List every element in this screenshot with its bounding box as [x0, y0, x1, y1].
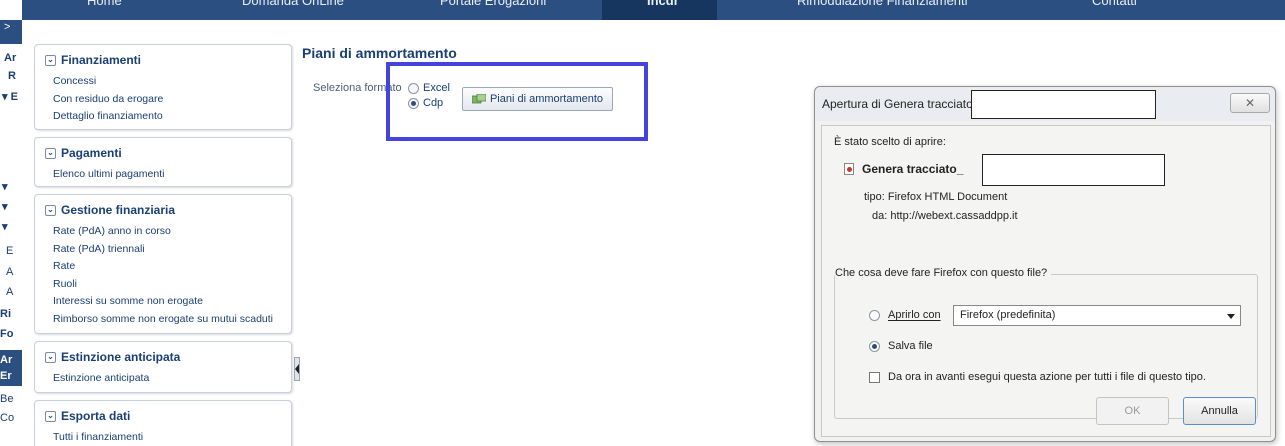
strip-fragment: R — [8, 70, 16, 82]
save-file-label: Salva file — [888, 340, 933, 352]
remember-choice-row[interactable]: Da ora in avanti esegui questa azione pe… — [869, 371, 1206, 383]
open-with-select[interactable]: Firefox (predefinita) — [953, 305, 1241, 326]
sidebar-item-estinzione[interactable]: Estinzione anticipata — [53, 370, 291, 388]
sidebar-item-tutti-finanziamenti[interactable]: Tutti i finanziamenti — [53, 429, 291, 446]
sidebar-item-rate-triennali[interactable]: Rate (PdA) triennali — [53, 241, 291, 259]
panel-header[interactable]: ⌄ Estinzione anticipata — [35, 342, 291, 366]
dropdown-arrow-icon — [1227, 314, 1235, 319]
panel-header[interactable]: ⌄ Finanziamenti — [35, 45, 291, 69]
close-button[interactable]: ✕ — [1230, 93, 1270, 113]
strip-fragment: Ri — [0, 308, 11, 320]
sidebar-collapse-handle[interactable] — [294, 357, 300, 381]
download-dialog: Apertura di Genera tracciato ✕ È stato s… — [814, 86, 1276, 442]
sidebar-item-ruoli[interactable]: Ruoli — [53, 276, 291, 294]
left-strip: > Ar R ▾ E ▾ ▾ ▾ E A A Ri Fo Ar Er Be Co — [0, 0, 22, 446]
chevron-down-icon[interactable]: ⌄ — [45, 54, 56, 66]
sidebar-item-concessi[interactable]: Concessi — [53, 73, 291, 91]
strip-fragment: Ar — [0, 354, 13, 366]
option-open-with[interactable]: Aprirlo con — [869, 309, 941, 321]
top-navigation: Home Domanda OnLine Portale Erogazioni I… — [22, 0, 1285, 20]
panel-gestione-finanziaria: ⌄ Gestione finanziaria Rate (PdA) anno i… — [34, 194, 292, 334]
radio-save-file[interactable] — [869, 340, 880, 352]
nav-item-contatti[interactable]: Contatti — [1092, 0, 1137, 8]
panel-header[interactable]: ⌄ Esporta dati — [35, 401, 291, 425]
sidebar-item-ultimi-pagamenti[interactable]: Elenco ultimi pagamenti — [53, 166, 291, 184]
strip-fragment[interactable]: ▾ — [2, 220, 8, 233]
sidebar-item-interessi[interactable]: Interessi su somme non erogate — [53, 293, 291, 311]
chevron-down-icon[interactable]: ⌄ — [45, 351, 56, 363]
remember-checkbox[interactable] — [869, 371, 880, 383]
panel-title: Gestione finanziaria — [61, 203, 176, 217]
html-file-icon — [844, 163, 854, 175]
file-name: Genera tracciato_ — [862, 162, 964, 176]
chevron-down-icon[interactable]: ⌄ — [45, 147, 56, 159]
strip-fragment[interactable]: ▾ E — [2, 90, 18, 103]
nav-item-home[interactable]: Home — [87, 0, 122, 8]
page-title: Piani di ammortamento — [302, 45, 457, 61]
strip-fragment: Be — [0, 393, 14, 405]
from-row: da: http://webext.cassaddpp.it — [872, 210, 1018, 222]
strip-fragment: E — [6, 245, 14, 257]
panel-finanziamenti: ⌄ Finanziamenti Concessi Con residuo da … — [34, 44, 292, 130]
strip-fragment: Co — [0, 412, 15, 424]
panel-esporta-dati: ⌄ Esporta dati Tutti i finanziamenti — [34, 400, 292, 446]
panel-header[interactable]: ⌄ Pagamenti — [35, 138, 291, 162]
strip-fragment: A — [6, 286, 14, 298]
strip-fragment: Er — [0, 370, 12, 382]
nav-item-incdr[interactable]: Incdr — [647, 0, 679, 8]
ok-button[interactable]: OK — [1096, 397, 1169, 425]
strip-fragment: Ar — [4, 52, 17, 64]
from-value: http://webext.cassaddpp.it — [890, 210, 1018, 222]
sidebar-item-rate-anno[interactable]: Rate (PdA) anno in corso — [53, 223, 291, 241]
panel-title: Finanziamenti — [61, 53, 142, 67]
chosen-text: È stato scelto di aprire: — [834, 136, 946, 148]
sidebar-item-dettaglio[interactable]: Dettaglio finanziamento — [53, 108, 291, 126]
strip-fragment[interactable]: ▾ — [2, 180, 8, 193]
remember-label: Da ora in avanti esegui questa azione pe… — [888, 371, 1206, 383]
highlight-box — [386, 62, 648, 141]
dialog-title: Apertura di Genera tracciato — [822, 97, 973, 111]
open-with-label: Aprirlo con — [888, 309, 941, 321]
nav-item-domanda-online[interactable]: Domanda OnLine — [242, 0, 344, 8]
cancel-button[interactable]: Annulla — [1183, 397, 1256, 425]
panel-estinzione: ⌄ Estinzione anticipata Estinzione antic… — [34, 341, 292, 393]
panel-header[interactable]: ⌄ Gestione finanziaria — [35, 195, 291, 219]
collapse-arrow-icon — [295, 364, 299, 374]
panel-title: Esporta dati — [61, 409, 131, 423]
sidebar-item-residuo[interactable]: Con residuo da erogare — [53, 91, 291, 109]
close-icon: ✕ — [1244, 96, 1256, 110]
panel-title: Pagamenti — [61, 146, 122, 160]
strip-fragment: Fo — [0, 328, 14, 340]
strip-fragment[interactable]: > — [4, 21, 10, 33]
dialog-titlebar[interactable]: Apertura di Genera tracciato ✕ — [815, 87, 1275, 121]
type-row: tipo: Firefox HTML Document — [864, 191, 1007, 203]
redaction-box — [982, 154, 1165, 186]
panel-title: Estinzione anticipata — [61, 350, 181, 364]
sidebar-item-rimborso[interactable]: Rimborso somme non erogate su mutui scad… — [53, 311, 291, 329]
radio-open-with[interactable] — [869, 309, 880, 321]
redaction-box — [971, 90, 1156, 119]
option-save-file[interactable]: Salva file — [869, 340, 933, 352]
chevron-down-icon[interactable]: ⌄ — [45, 410, 56, 422]
type-value: Firefox HTML Document — [887, 191, 1008, 203]
strip-fragment: A — [6, 266, 14, 278]
nav-item-rimodulazione[interactable]: Rimodulazione Finanziamenti — [797, 0, 968, 8]
chevron-down-icon[interactable]: ⌄ — [45, 204, 56, 216]
sidebar-item-rate[interactable]: Rate — [53, 258, 291, 276]
type-label: tipo: — [864, 191, 885, 203]
open-with-value: Firefox (predefinita) — [960, 309, 1056, 321]
nav-item-portale-erogazioni[interactable]: Portale Erogazioni — [440, 0, 546, 8]
strip-fragment[interactable]: ▾ — [2, 200, 8, 213]
from-label: da: — [872, 210, 888, 222]
file-row: Genera tracciato_ — [844, 162, 963, 176]
panel-pagamenti: ⌄ Pagamenti Elenco ultimi pagamenti — [34, 137, 292, 187]
dialog-body: È stato scelto di aprire: Genera traccia… — [821, 125, 1271, 437]
action-question: Che cosa deve fare Firefox con questo fi… — [835, 267, 1052, 279]
